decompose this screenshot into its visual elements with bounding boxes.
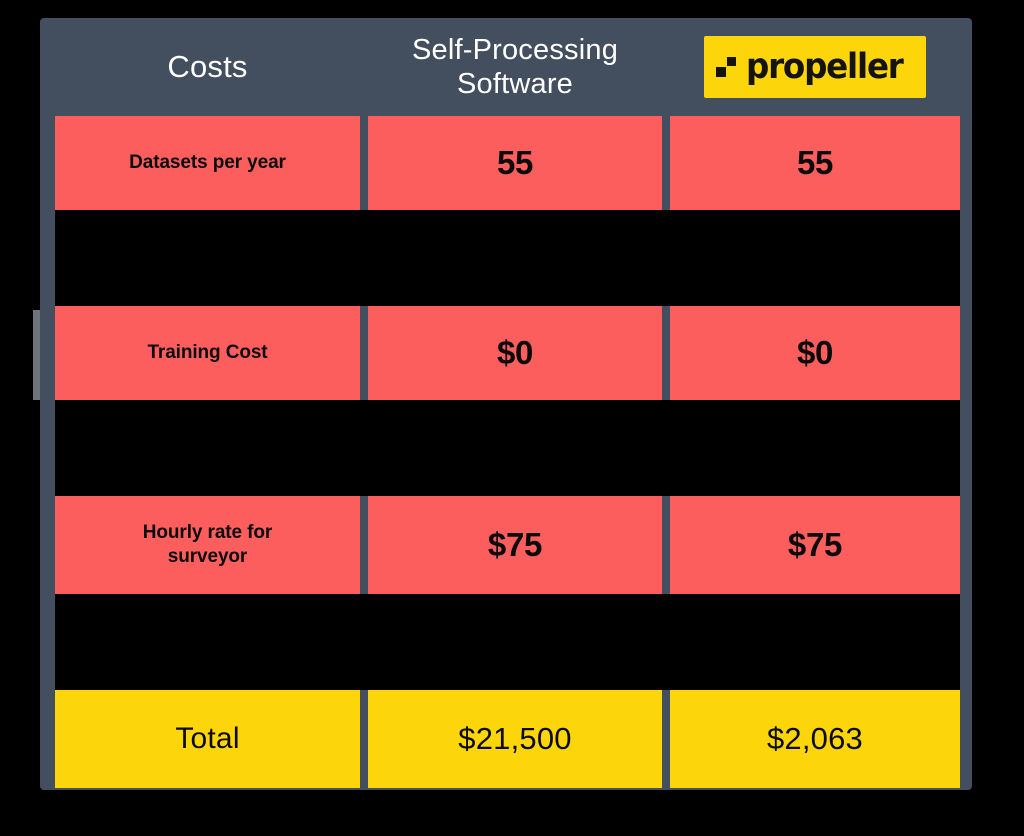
row-label-cell-training-cost: Training Cost (55, 306, 360, 400)
table-row: Hourly rate for surveyor $75 $75 (40, 496, 972, 594)
row-value-cell-self-processing-datasets: 55 (368, 116, 662, 210)
value-self-processing-total: $21,500 (458, 721, 572, 756)
row-label-hourly-rate-for-surveyor: Hourly rate for surveyor (142, 521, 273, 570)
row-label-datasets-per-year: Datasets per year (129, 151, 286, 173)
header-cell-costs: Costs (55, 18, 360, 116)
row-value-cell-propeller-hourly-rate: $75 (670, 496, 960, 594)
value-propeller-datasets: 55 (796, 144, 834, 181)
header-self-processing-line1: Self-Processing (411, 33, 619, 66)
comparison-table-panel: Costs Self-Processing Software propeller (40, 18, 972, 790)
value-propeller-training-cost: $0 (796, 334, 834, 371)
row-value-cell-propeller-training-cost: $0 (670, 306, 960, 400)
header-self-processing-line2: Software (456, 68, 574, 100)
value-self-processing-hourly-rate: $75 (487, 526, 543, 563)
row-label-hourly-rate-line2: surveyor (167, 546, 248, 567)
row-spacer (55, 210, 960, 306)
propeller-wordmark: propeller (745, 46, 904, 87)
row-value-cell-self-processing-training-cost: $0 (368, 306, 662, 400)
row-label-cell-hourly-rate-for-surveyor: Hourly rate for surveyor (55, 496, 360, 594)
value-self-processing-datasets: 55 (496, 144, 534, 181)
propeller-logo: propeller (704, 36, 926, 98)
row-spacer (55, 400, 960, 496)
row-spacer (55, 594, 960, 690)
header-cell-propeller: propeller (670, 18, 960, 116)
table-row-total: Total $21,500 $2,063 (40, 690, 972, 788)
row-label-hourly-rate-line1: Hourly rate for (142, 521, 273, 543)
row-value-cell-self-processing-hourly-rate: $75 (368, 496, 662, 594)
row-label-cell-total: Total (55, 690, 360, 788)
row-value-cell-propeller-datasets: 55 (670, 116, 960, 210)
value-propeller-hourly-rate: $75 (787, 526, 843, 563)
row-label-training-cost: Training Cost (147, 341, 268, 363)
propeller-squares-icon (715, 57, 738, 77)
value-self-processing-training-cost: $0 (496, 334, 534, 371)
header-cell-self-processing-software: Self-Processing Software (368, 18, 662, 116)
table-header-row: Costs Self-Processing Software propeller (40, 18, 972, 116)
table-row: Datasets per year 55 55 (40, 116, 972, 210)
row-value-cell-self-processing-total: $21,500 (368, 690, 662, 788)
value-propeller-total: $2,063 (766, 721, 864, 756)
table-row: Training Cost $0 $0 (40, 306, 972, 400)
row-label-total: Total (175, 722, 240, 755)
row-value-cell-propeller-total: $2,063 (670, 690, 960, 788)
header-self-processing-label: Self-Processing Software (412, 33, 618, 101)
row-label-cell-datasets-per-year: Datasets per year (55, 116, 360, 210)
screenshot-canvas: Costs Self-Processing Software propeller (0, 0, 1024, 836)
header-costs-label: Costs (167, 49, 248, 84)
